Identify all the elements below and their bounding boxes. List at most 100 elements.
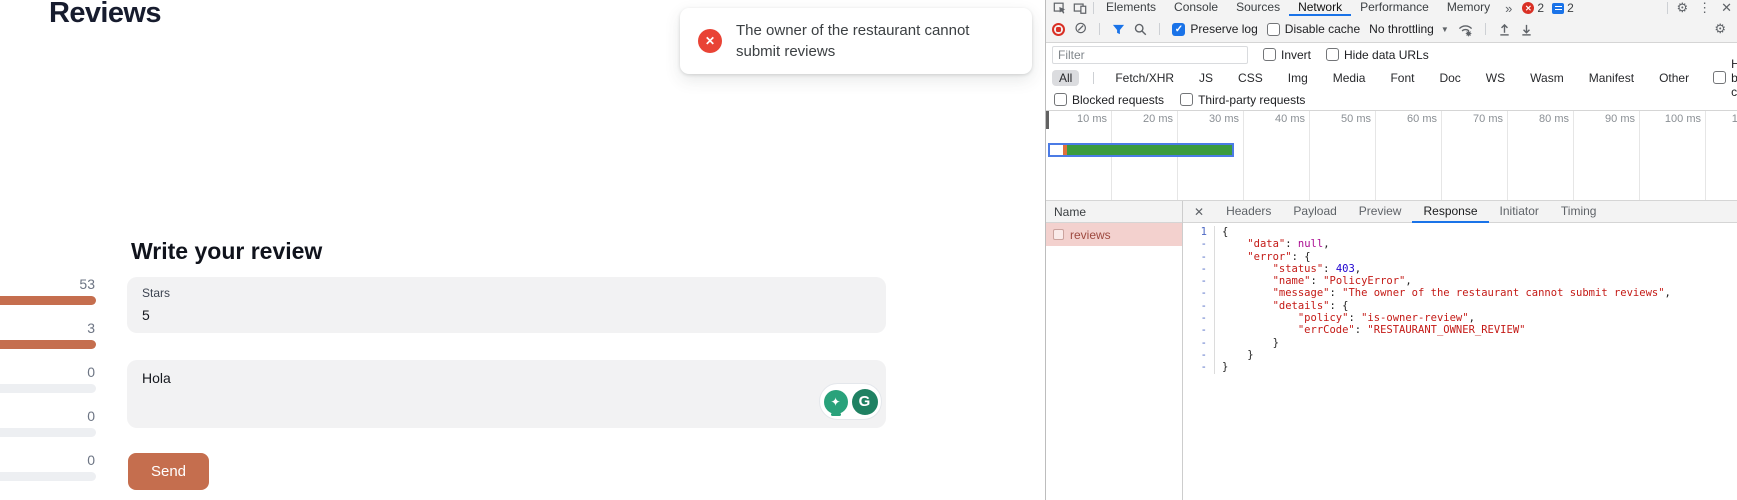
blocked-requests-checkbox[interactable]: Blocked requests [1054, 93, 1164, 107]
preserve-log-checkbox[interactable]: ✓ Preserve log [1172, 22, 1257, 36]
line-gutter: - [1183, 251, 1215, 263]
line-gutter: - [1183, 238, 1215, 250]
overview-idle-segment [1050, 145, 1063, 155]
type-pill-js[interactable]: JS [1192, 70, 1220, 86]
checkbox-unchecked-icon[interactable] [1054, 93, 1067, 106]
more-tabs-icon[interactable]: » [1499, 1, 1518, 16]
detail-tab-payload[interactable]: Payload [1282, 201, 1347, 223]
menu-dots-icon[interactable]: ⋮ [1693, 0, 1716, 16]
name-column-header[interactable]: Name [1046, 201, 1182, 223]
ruler-tick: 40 ms [1244, 111, 1310, 200]
filter-row: Invert Hide data URLs [1046, 43, 1737, 66]
devtools-tab-memory[interactable]: Memory [1438, 0, 1499, 16]
throttling-dropdown[interactable]: No throttling ▼ [1369, 22, 1449, 36]
devtools-panel: ElementsConsoleSourcesNetworkPerformance… [1045, 0, 1737, 500]
console-message-badge[interactable]: 2 [1548, 1, 1578, 15]
devtools-tab-sources[interactable]: Sources [1227, 0, 1289, 16]
type-pill-all[interactable]: All [1052, 70, 1079, 86]
line-gutter: - [1183, 287, 1215, 299]
devtools-tab-elements[interactable]: Elements [1097, 0, 1165, 16]
line-gutter: - [1183, 275, 1215, 287]
filter-input[interactable] [1052, 46, 1248, 64]
hide-data-urls-checkbox[interactable]: Hide data URLs [1326, 48, 1429, 62]
checkbox-unchecked-icon[interactable] [1180, 93, 1193, 106]
search-icon[interactable] [1134, 23, 1147, 36]
type-pills: All Fetch/XHR JS CSS Img Media Font Doc WS Wasm Ma… [1052, 70, 1696, 86]
close-devtools-icon[interactable]: ✕ [1716, 0, 1737, 16]
line-gutter: - [1183, 324, 1215, 336]
message-count-icon [1552, 3, 1564, 14]
ruler-handle[interactable] [1046, 111, 1049, 129]
code-text: } [1215, 361, 1228, 373]
request-rows: reviews [1046, 223, 1182, 246]
third-party-requests-checkbox[interactable]: Third-party requests [1180, 93, 1305, 107]
network-settings-gear-icon[interactable]: ⚙ [1709, 21, 1731, 37]
grammarly-widget[interactable]: ✦ G [819, 383, 882, 420]
devtools-tabbar: ElementsConsoleSourcesNetworkPerformance… [1046, 0, 1737, 16]
code-line: 1{ [1183, 226, 1737, 238]
type-pill-other[interactable]: Other [1652, 70, 1696, 86]
detail-tab-preview[interactable]: Preview [1348, 201, 1413, 223]
code-text: } [1215, 337, 1279, 349]
stars-field[interactable]: Stars 5 [127, 277, 886, 333]
checkbox-checked-icon[interactable]: ✓ [1172, 23, 1185, 36]
settings-gear-icon[interactable]: ⚙ [1671, 0, 1693, 16]
error-toast: ✕ The owner of the restaurant cannot sub… [680, 8, 1032, 74]
console-error-badge[interactable]: ✕ 2 [1518, 1, 1548, 15]
checkbox-unchecked-icon[interactable] [1267, 23, 1280, 36]
grammarly-suggestion-icon[interactable]: ✦ [824, 390, 848, 414]
line-gutter: 1 [1183, 226, 1215, 238]
type-pill-wasm[interactable]: Wasm [1523, 70, 1571, 86]
type-pill-css[interactable]: CSS [1231, 70, 1270, 86]
detail-tab-initiator[interactable]: Initiator [1489, 201, 1550, 223]
export-har-icon[interactable] [1520, 23, 1533, 36]
rating-count: 53 [0, 276, 95, 292]
close-detail-icon[interactable]: ✕ [1183, 201, 1215, 223]
invert-checkbox[interactable]: Invert [1263, 48, 1311, 62]
code-text: "data": null, [1215, 238, 1330, 250]
request-row-reviews[interactable]: reviews [1046, 223, 1182, 246]
chevron-down-icon: ▼ [1441, 25, 1449, 34]
review-textarea[interactable]: Hola ✦ G [127, 360, 886, 428]
grammarly-logo-icon[interactable]: G [852, 389, 878, 415]
inspect-element-icon[interactable] [1050, 0, 1070, 16]
type-pill-doc[interactable]: Doc [1432, 70, 1467, 86]
checkbox-unchecked-icon[interactable] [1263, 48, 1276, 61]
overview-selection-bar[interactable] [1048, 143, 1234, 157]
clear-network-log-icon[interactable]: ⊘ [1074, 21, 1087, 37]
rating-count: 0 [0, 364, 95, 380]
divider [1093, 2, 1094, 14]
network-conditions-icon[interactable] [1458, 22, 1473, 37]
line-gutter: - [1183, 337, 1215, 349]
detail-tab-response[interactable]: Response [1412, 201, 1488, 223]
line-gutter: - [1183, 361, 1215, 373]
checkbox-unchecked-icon[interactable] [1326, 48, 1339, 61]
device-toolbar-icon[interactable] [1070, 0, 1090, 16]
detail-tab-headers[interactable]: Headers [1215, 201, 1282, 223]
stars-value: 5 [142, 307, 871, 323]
devtools-tab-network[interactable]: Network [1289, 0, 1351, 16]
code-text: "status": 403, [1215, 263, 1361, 275]
checkbox-unchecked-icon[interactable] [1713, 71, 1726, 84]
has-blocked-cookies-checkbox[interactable]: Has blocked cookies [1713, 57, 1737, 99]
rating-bar [0, 340, 96, 349]
type-pill-ws[interactable]: WS [1479, 70, 1512, 86]
send-button[interactable]: Send [128, 453, 209, 490]
detail-tab-timing[interactable]: Timing [1550, 201, 1608, 223]
overview-content-segment [1067, 145, 1232, 155]
devtools-tabs: ElementsConsoleSourcesNetworkPerformance… [1097, 0, 1499, 16]
devtools-tab-performance[interactable]: Performance [1351, 0, 1438, 16]
ruler-tick: 50 ms [1310, 111, 1376, 200]
filter-funnel-icon[interactable] [1112, 23, 1125, 36]
ruler-tick: 70 ms [1442, 111, 1508, 200]
record-network-log-icon[interactable] [1052, 23, 1065, 36]
type-pill-media[interactable]: Media [1326, 70, 1373, 86]
ruler-tick: 90 ms [1574, 111, 1640, 200]
type-pill-manifest[interactable]: Manifest [1582, 70, 1641, 86]
import-har-icon[interactable] [1498, 23, 1511, 36]
devtools-tab-console[interactable]: Console [1165, 0, 1227, 16]
type-pill-img[interactable]: Img [1281, 70, 1315, 86]
type-pill-font[interactable]: Font [1383, 70, 1421, 86]
disable-cache-checkbox[interactable]: Disable cache [1267, 22, 1360, 36]
type-pill-fetch-xhr[interactable]: Fetch/XHR [1108, 70, 1181, 86]
